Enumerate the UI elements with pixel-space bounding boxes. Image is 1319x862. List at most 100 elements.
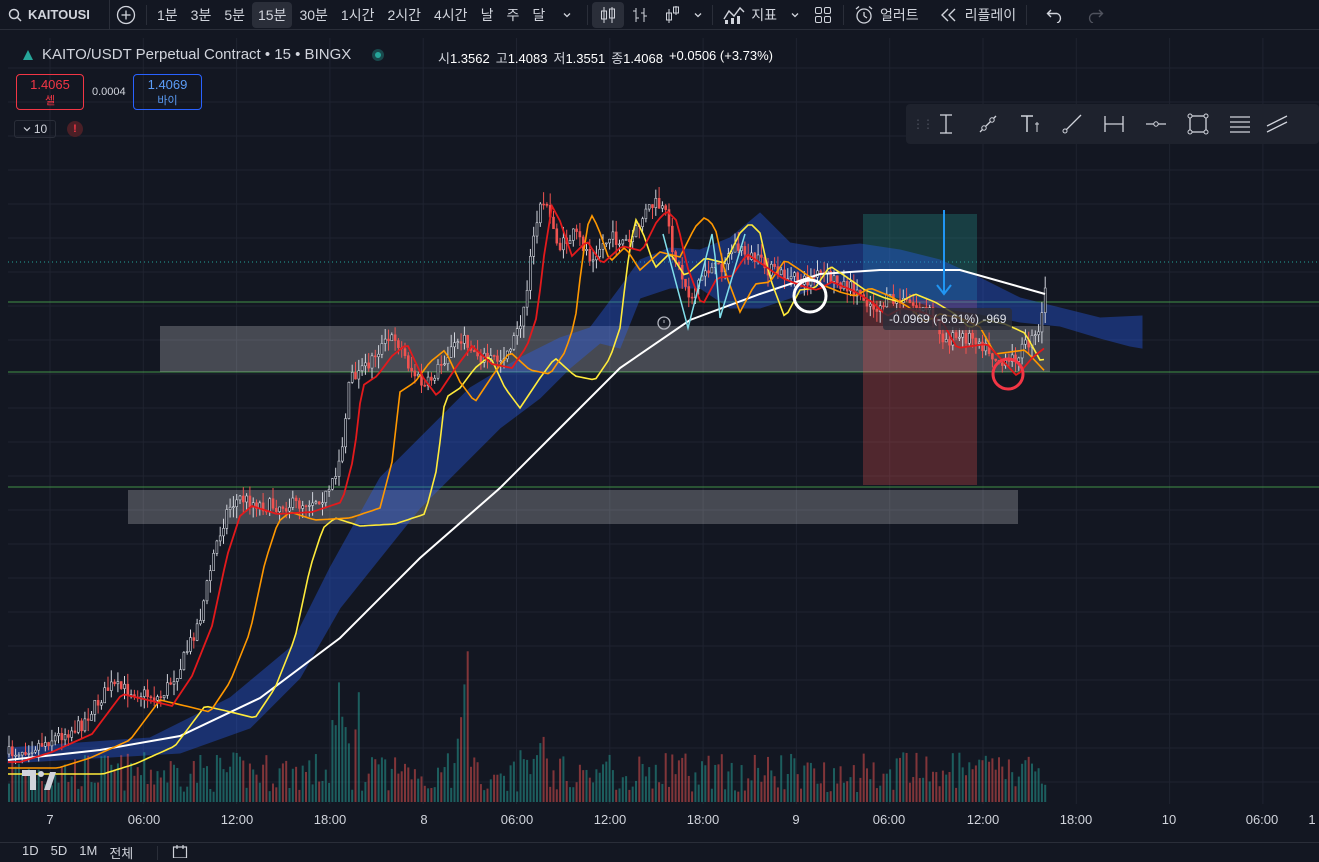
interval-tab[interactable]: 30분 [293,2,333,28]
text-tool[interactable] [1010,106,1050,142]
volume-bar [925,756,928,802]
symbol-search-button[interactable]: KAITOUSI [0,0,110,30]
parallel-channel-tool[interactable] [1262,106,1292,142]
toolbar-divider [157,845,159,860]
time-axis-label: 12:00 [220,812,254,827]
candle-body [20,752,24,756]
candle-body [321,502,324,505]
range-button[interactable]: 전체 [103,843,139,862]
volume-bar [97,782,100,802]
trend-line-tool[interactable] [968,106,1008,142]
replay-button[interactable]: 리플레이 [933,0,1023,30]
open-value: 1.3562 [449,51,490,66]
volume-bar [753,754,756,802]
candle-body [736,243,740,251]
candle-body [40,743,44,747]
volume-bar [598,772,601,802]
warning-icon[interactable]: ! [67,121,83,137]
interval-tab[interactable]: 1분 [151,2,184,28]
volume-bar [862,753,865,802]
undo-button[interactable] [1039,0,1071,30]
volume-bar [816,783,819,802]
bars-icon [633,7,648,22]
volume-bar [1004,779,1007,802]
candles-button[interactable] [592,1,625,28]
price-range-tool[interactable] [926,106,966,142]
quantity-selector[interactable]: 10 [14,120,56,138]
fib-retracement-tool[interactable] [1220,106,1260,142]
interval-tab[interactable]: 날 [475,2,500,28]
price-chart[interactable] [0,38,1319,834]
volume-bar [846,781,849,802]
candle-body [515,328,519,337]
chart-type-dropdown[interactable] [688,0,708,30]
volume-bar [895,758,898,802]
volume-bar [928,781,931,802]
change-value: +0.0506 (+3.73%) [668,48,774,63]
candle-body [436,364,440,379]
indicators-button[interactable]: 지표 [717,0,783,30]
volume-bar [813,768,816,802]
volume-bar [697,784,700,802]
range-button[interactable]: 1D [16,843,45,862]
ray-tool[interactable] [1052,106,1092,142]
tradingview-logo[interactable] [22,770,56,796]
candle-body [24,752,27,755]
volume-bar [262,764,265,802]
time-axis[interactable]: 7 06:00 12:00 18:00 8 06:00 12:00 18:00 9 06:00 12… [0,806,1319,834]
goto-date-button[interactable] [172,844,188,861]
zone-rectangle[interactable] [128,490,1018,524]
compare-symbol-button[interactable] [110,0,142,30]
redo-button[interactable] [1079,0,1111,30]
interval-tab[interactable]: 달 [526,2,551,28]
volume-bar [776,787,779,802]
volume-bar [1021,763,1024,802]
range-button[interactable]: 5D [45,843,74,862]
symbol-legend[interactable]: KAITO/USDT Perpetual Contract • 15 • BIN… [20,46,385,63]
horizontal-line-tool[interactable] [1136,106,1176,142]
interval-tab[interactable]: 15분 [252,1,293,28]
interval-tab[interactable]: 2시간 [381,2,427,28]
volume-bar [328,782,331,802]
volume-bar [796,774,799,802]
chart-canvas[interactable] [0,38,1319,834]
candle-body [11,746,14,757]
volume-bar [460,717,463,802]
candle-body [571,228,575,241]
interval-tab[interactable]: 3분 [185,2,218,28]
interval-tab[interactable]: 주 [500,2,525,28]
sell-button[interactable]: 1.4065 셀 [16,74,84,110]
hollow-candles-button[interactable] [656,0,688,30]
candle-body [176,678,179,682]
interval-tab[interactable]: 1시간 [335,2,381,28]
candle-body [1017,357,1021,362]
rectangle-tool[interactable] [1178,106,1218,142]
position-pnl-label[interactable]: -0.0969 (-6.61%) -969 [883,308,1013,330]
date-range-tool[interactable] [1094,106,1134,142]
range-button[interactable]: 1M [73,843,103,862]
buy-button[interactable]: 1.4069 바이 [133,74,202,110]
interval-tab[interactable]: 4시간 [428,2,474,28]
candle-body [159,696,163,698]
layouts-button[interactable] [807,0,839,30]
candle-body [34,749,37,753]
alert-button[interactable]: 얼러트 [848,0,925,30]
candle-body [459,341,463,344]
interval-tab[interactable]: 5분 [218,2,251,28]
candle-body [357,370,361,380]
volume-bar [186,786,189,802]
candle-body [390,334,394,342]
volume-bar [318,781,321,802]
candle-body [324,490,328,503]
volume-bar [301,765,304,802]
bars-button[interactable] [624,0,656,30]
rectangle-icon [1187,113,1209,135]
chevron-down-icon [694,12,702,17]
drag-handle-icon[interactable]: ⋮⋮ [912,117,934,131]
volume-bar [694,772,697,802]
indicators-dropdown[interactable] [783,0,807,30]
range-buttons: 1D 5D 1M 전체 [16,843,139,862]
replay-label: 리플레이 [964,6,1017,23]
volume-bar [437,767,439,802]
interval-dropdown-button[interactable] [551,0,583,30]
